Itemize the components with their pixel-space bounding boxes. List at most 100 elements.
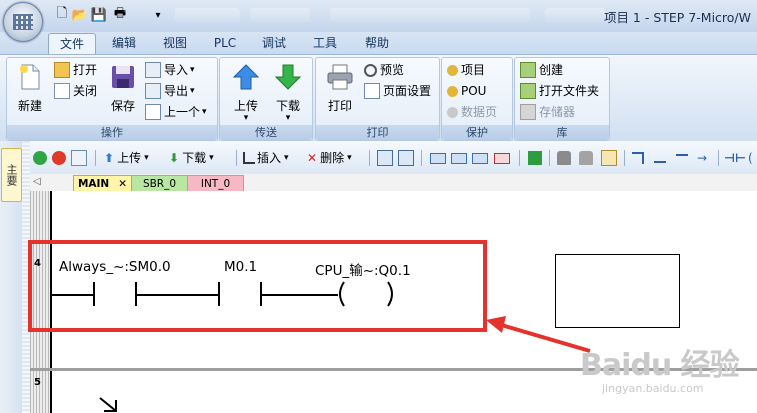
tab-plc[interactable]: PLC	[206, 33, 244, 53]
run-button[interactable]	[33, 150, 49, 166]
close-button-label: 关闭	[73, 84, 98, 98]
dropdown-arrow-icon: ▾	[209, 153, 214, 163]
toolbar-separator	[369, 150, 370, 166]
upload-button[interactable]: 上传 ▾	[226, 61, 266, 123]
toolbar-upload-label: 上传	[117, 151, 142, 165]
highlight-box	[28, 240, 487, 332]
protect-data-page-button[interactable]: 数据页	[447, 103, 497, 121]
previous-bookmark-button[interactable]	[451, 150, 469, 166]
go-to-button[interactable]	[528, 150, 544, 166]
tab-file[interactable]: 文件	[48, 33, 96, 54]
previous-button-label: 上一个	[164, 105, 201, 119]
tab-main[interactable]: MAIN ✕	[73, 175, 132, 192]
side-tab-main[interactable]: 主要	[1, 148, 22, 202]
new-document-icon	[20, 64, 40, 90]
new-button[interactable]: 新建	[10, 61, 50, 121]
ribbon-group-transfer: 上传 ▾ 下载 ▾ 传送	[219, 57, 313, 141]
previous-button[interactable]: 上一个 ▾	[145, 103, 207, 121]
bookmark-icon	[430, 152, 446, 164]
new-file-icon[interactable]: 🗋	[54, 6, 70, 23]
save-icon[interactable]: 💾	[91, 7, 107, 23]
protect-pou-button[interactable]: POU	[447, 82, 486, 100]
tab-help[interactable]: 帮助	[357, 33, 397, 53]
toolbar-insert-button[interactable]: 插入 ▾	[243, 150, 289, 166]
app-logo-icon	[13, 14, 33, 30]
toolbar-download-label: 下载	[182, 151, 207, 165]
preview-button[interactable]: 预览	[364, 61, 404, 79]
tab-debug[interactable]: 调试	[254, 33, 294, 53]
insert-icon	[243, 152, 255, 164]
toolbar-separator	[718, 150, 719, 166]
network-view-button[interactable]	[377, 150, 395, 166]
window-title: 项目 1 - STEP 7-Micro/W	[603, 10, 751, 25]
import-icon	[145, 62, 161, 78]
tab-view[interactable]: 视图	[155, 33, 195, 53]
next-bookmark-button[interactable]	[472, 150, 490, 166]
page-setup-button[interactable]: 页面设置	[364, 82, 431, 100]
preview-button-label: 预览	[380, 63, 405, 77]
toolbar-upload-button[interactable]: ⬆ 上传 ▾	[104, 150, 149, 166]
tab-scroll-left-icon[interactable]: ◁	[33, 176, 41, 187]
toolbar-separator	[519, 150, 520, 166]
library-memory-button[interactable]: 存储器	[520, 103, 575, 121]
contact-icon: ⊣⊢	[724, 151, 746, 165]
ribbon-group-operations: 新建 打开 关闭 保存 导入 ▾ 导出 ▾ 上一个 ▾ 操作	[6, 57, 218, 141]
previous-bookmark-icon	[451, 152, 467, 164]
print-icon[interactable]: 🖶	[112, 6, 128, 23]
library-memory-icon	[520, 104, 536, 120]
save-button[interactable]: 保存	[103, 61, 143, 121]
open-button[interactable]: 打开	[54, 61, 97, 79]
export-button[interactable]: 导出 ▾	[145, 82, 195, 100]
insert-coil-button[interactable]: (	[748, 150, 753, 166]
force-button[interactable]	[601, 150, 619, 166]
bookmark-button[interactable]	[430, 150, 448, 166]
toolbar-separator	[549, 150, 550, 166]
insert-line-button[interactable]	[676, 150, 690, 166]
create-library-button[interactable]: 创建	[520, 61, 563, 79]
quick-access-dropdown-icon[interactable]: ▾	[150, 7, 166, 23]
branch-down-icon	[632, 152, 644, 164]
insert-branch-down-button[interactable]	[632, 150, 646, 166]
network-view-icon	[377, 150, 393, 166]
background-tab	[250, 8, 310, 22]
protect-project-button[interactable]: 项目	[447, 61, 485, 79]
compile-button[interactable]	[71, 150, 89, 166]
protect-project-label: 项目	[461, 63, 486, 77]
symbol-view-button[interactable]	[398, 150, 416, 166]
stop-button[interactable]	[52, 150, 68, 166]
insert-wire-button[interactable]: →	[697, 150, 707, 166]
toolbar-separator	[95, 150, 96, 166]
dropdown-arrow-icon: ▾	[190, 86, 195, 96]
line-up-icon	[676, 154, 688, 162]
annotation-arrow	[486, 316, 591, 353]
toolbar-download-button[interactable]: ⬇ 下载 ▾	[169, 150, 214, 166]
toolbar-separator	[624, 150, 625, 166]
remove-bookmarks-button[interactable]	[494, 150, 512, 166]
close-button[interactable]: 关闭	[54, 82, 97, 100]
background-tab	[330, 8, 530, 22]
tab-sbr0[interactable]: SBR_0	[131, 175, 188, 192]
tab-tools[interactable]: 工具	[305, 33, 345, 53]
tab-edit[interactable]: 编辑	[104, 33, 144, 53]
key-icon	[447, 106, 458, 118]
background-tab	[545, 8, 605, 22]
protect-pou-label: POU	[461, 84, 487, 98]
group-label-library: 库	[515, 125, 609, 140]
insert-contact-button[interactable]: ⊣⊢	[724, 150, 746, 166]
open-folder-icon[interactable]: 📂	[72, 7, 88, 23]
application-menu-button[interactable]	[3, 2, 43, 42]
lock-button[interactable]	[557, 150, 573, 166]
ribbon-group-print: 打印 预览 页面设置 打印	[315, 57, 440, 141]
import-button[interactable]: 导入 ▾	[145, 61, 195, 79]
insert-branch-up-button[interactable]	[654, 150, 668, 166]
unlock-button[interactable]	[579, 150, 595, 166]
magnifier-icon	[364, 63, 377, 77]
print-button[interactable]: 打印	[320, 61, 360, 121]
go-to-icon	[528, 151, 542, 165]
upload-arrow-icon: ⬆	[104, 151, 115, 165]
tab-int0[interactable]: INT_0	[187, 175, 244, 192]
toolbar-delete-button[interactable]: ✕ 删除 ▾	[307, 150, 352, 166]
open-library-folder-button[interactable]: 打开文件夹	[520, 82, 599, 100]
close-tab-icon[interactable]: ✕	[118, 178, 127, 190]
download-button[interactable]: 下载 ▾	[268, 61, 308, 123]
